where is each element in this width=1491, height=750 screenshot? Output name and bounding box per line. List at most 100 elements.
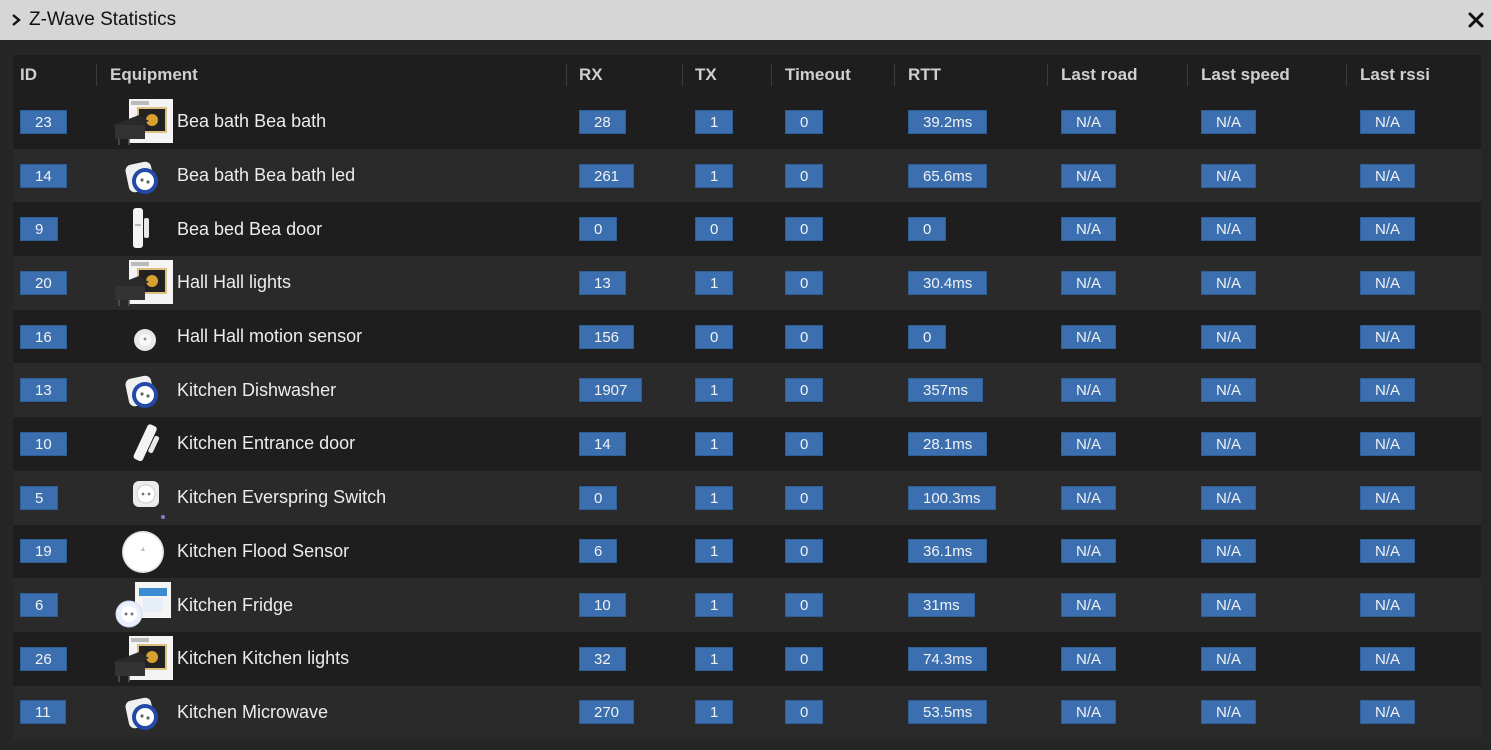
timeout-badge: 0 (785, 431, 824, 456)
chevron-right-icon[interactable] (9, 13, 23, 27)
last-speed-badge: N/A (1201, 593, 1257, 618)
equipment-cell[interactable]: Kitchen Flood Sensor (109, 525, 349, 579)
equipment-cell[interactable]: Bea bath Bea bath (109, 95, 326, 149)
column-separator (96, 64, 97, 86)
equipment-name[interactable]: Bea bed Bea door (177, 219, 322, 240)
last-road-badge: N/A (1061, 700, 1117, 725)
table-row[interactable]: 10 Kitchen Entrance door 14 1 0 28.1ms N/A N/A N… (13, 417, 1481, 471)
window-titlebar: Z-Wave Statistics (0, 0, 1491, 40)
equipment-name[interactable]: Hall Hall motion sensor (177, 326, 362, 347)
double-switch-box-icon (109, 258, 177, 308)
id-badge: 23 (20, 109, 67, 134)
id-badge: 13 (20, 378, 67, 403)
equipment-cell[interactable]: Kitchen Dishwasher (109, 363, 336, 417)
table-row[interactable]: 26 Kitchen Kitchen lights 32 1 0 74.3ms N/A N/A… (13, 631, 1481, 686)
equipment-cell[interactable]: Kitchen Entrance door (109, 417, 355, 471)
equipment-cell[interactable]: Kitchen Kitchen lights (109, 632, 349, 686)
tx-badge: 1 (695, 109, 734, 134)
tx-badge: 1 (695, 539, 734, 564)
column-separator-wrap (894, 55, 895, 95)
table-row[interactable]: 16 Hall Hall motion sensor 156 0 0 0 N/A N/A N/A (13, 309, 1481, 364)
tx-badge: 1 (695, 646, 734, 671)
rx-badge: 32 (579, 646, 626, 671)
column-separator-wrap (682, 55, 683, 95)
equipment-cell[interactable]: Bea bed Bea door (109, 202, 322, 256)
equipment-name[interactable]: Kitchen Dishwasher (177, 380, 336, 401)
table-row[interactable]: 14 Bea bath Bea bath led 261 1 0 65.6ms N/A N/A… (13, 148, 1481, 203)
wall-plug-icon (109, 687, 177, 737)
table-row[interactable]: 5 Kitchen Everspring Switch 0 1 0 100.3ms N/A N… (13, 470, 1481, 525)
id-badge: 19 (20, 539, 67, 564)
id-badge: 5 (20, 485, 59, 510)
last-rssi-badge: N/A (1360, 109, 1416, 134)
close-icon[interactable] (1467, 11, 1485, 29)
table-row[interactable]: 20 Hall Hall lights 13 1 0 30.4ms N/A N/A N/A (13, 256, 1481, 310)
equipment-name[interactable]: Bea bath Bea bath led (177, 165, 355, 186)
column-separator-wrap (1047, 55, 1048, 95)
rx-badge: 0 (579, 485, 618, 510)
rtt-badge: 39.2ms (908, 109, 988, 134)
last-road-badge: N/A (1061, 324, 1117, 349)
table-row[interactable]: 19 Kitchen Flood Sensor 6 1 0 36.1ms N/A N/A N/A (13, 524, 1481, 579)
column-separator-wrap (1346, 55, 1347, 95)
last-rssi-badge: N/A (1360, 431, 1416, 456)
equipment-cell[interactable]: Kitchen Everspring Switch (109, 471, 386, 525)
column-header-last-speed[interactable]: Last speed (1201, 55, 1290, 95)
column-header-rtt[interactable]: RTT (908, 55, 941, 95)
equipment-name[interactable]: Kitchen Entrance door (177, 433, 355, 454)
equipment-cell[interactable]: Kitchen Fridge (109, 578, 293, 632)
table-row[interactable]: 6 Kitchen Fridge 10 1 0 31ms N/A N/A N/A (13, 578, 1481, 632)
last-speed-badge: N/A (1201, 163, 1257, 188)
last-speed-badge: N/A (1201, 646, 1257, 671)
rtt-badge: 31ms (908, 593, 975, 618)
column-header-rx[interactable]: RX (579, 55, 603, 95)
equipment-cell[interactable]: Hall Hall motion sensor (109, 310, 362, 364)
column-separator (771, 64, 772, 86)
tx-badge: 1 (695, 378, 734, 403)
tx-badge: 0 (695, 324, 734, 349)
equipment-name[interactable]: Bea bath Bea bath (177, 111, 326, 132)
rtt-badge: 28.1ms (908, 431, 988, 456)
rx-badge: 0 (579, 217, 618, 242)
table-body: 23 Bea bath Bea bath 28 1 0 39.2ms N/A N/A N/A 14… (13, 95, 1481, 740)
wall-plug-icon (109, 151, 177, 201)
table-row[interactable]: 13 Kitchen Dishwasher 1907 1 0 357ms N/A N/A N/A (13, 363, 1481, 418)
equipment-cell[interactable]: Bea bath Bea bath led (109, 149, 355, 203)
motion-sensor-icon (109, 312, 177, 362)
equipment-name[interactable]: Hall Hall lights (177, 272, 291, 293)
rx-badge: 13 (579, 270, 626, 295)
last-road-badge: N/A (1061, 431, 1117, 456)
last-speed-badge: N/A (1201, 431, 1257, 456)
statistics-table: ID Equipment RX TX Timeout RTT Last road Last s… (13, 55, 1481, 740)
id-badge: 10 (20, 431, 67, 456)
last-speed-badge: N/A (1201, 539, 1257, 564)
column-header-tx[interactable]: TX (695, 55, 717, 95)
column-header-last-rssi[interactable]: Last rssi (1360, 55, 1430, 95)
table-row[interactable]: 11 Kitchen Microwave 270 1 0 53.5ms N/A N/A N/A (13, 685, 1481, 740)
column-header-equipment[interactable]: Equipment (110, 55, 198, 95)
table-row[interactable]: 23 Bea bath Bea bath 28 1 0 39.2ms N/A N/A N/A (13, 95, 1481, 149)
column-header-id[interactable]: ID (20, 55, 37, 95)
rtt-badge: 0 (908, 217, 947, 242)
last-speed-badge: N/A (1201, 324, 1257, 349)
id-badge: 20 (20, 270, 67, 295)
column-header-timeout[interactable]: Timeout (785, 55, 851, 95)
equipment-name[interactable]: Kitchen Everspring Switch (177, 487, 386, 508)
equipment-name[interactable]: Kitchen Microwave (177, 702, 328, 723)
last-road-badge: N/A (1061, 593, 1117, 618)
column-separator-wrap (1187, 55, 1188, 95)
table-row[interactable]: 9 Bea bed Bea door 0 0 0 0 N/A N/A N/A (13, 202, 1481, 257)
equipment-cell[interactable]: Kitchen Microwave (109, 686, 328, 740)
last-rssi-badge: N/A (1360, 700, 1416, 725)
equipment-name[interactable]: Kitchen Fridge (177, 595, 293, 616)
equipment-name[interactable]: Kitchen Flood Sensor (177, 541, 349, 562)
equipment-name[interactable]: Kitchen Kitchen lights (177, 648, 349, 669)
door-sensor-icon (109, 204, 177, 254)
last-speed-badge: N/A (1201, 270, 1257, 295)
flood-sensor-icon (109, 526, 177, 576)
timeout-badge: 0 (785, 163, 824, 188)
equipment-cell[interactable]: Hall Hall lights (109, 256, 291, 310)
column-separator-wrap (566, 55, 567, 95)
column-header-last-road[interactable]: Last road (1061, 55, 1138, 95)
last-speed-badge: N/A (1201, 217, 1257, 242)
